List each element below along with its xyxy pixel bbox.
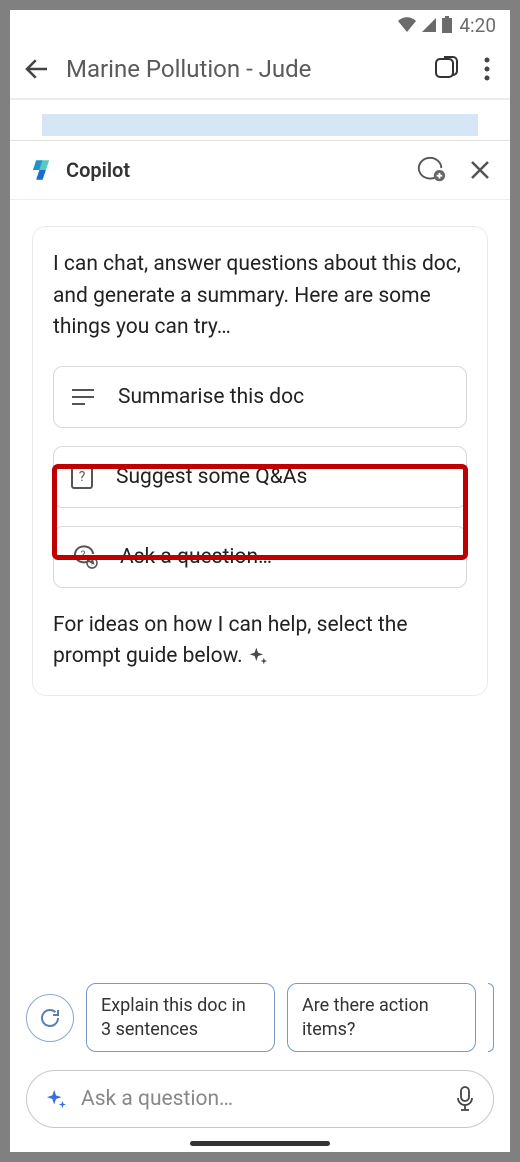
qa-book-icon: ? <box>70 464 94 490</box>
copilot-intro-card: I can chat, answer questions about this … <box>32 226 488 696</box>
sparkle-prompt-icon[interactable] <box>45 1088 67 1110</box>
outro-text: For ideas on how I can help, select the … <box>53 610 467 673</box>
home-indicator <box>190 1141 330 1146</box>
refresh-suggestions-button[interactable] <box>26 994 74 1042</box>
status-time: 4:20 <box>459 14 496 37</box>
option-summarise[interactable]: Summarise this doc <box>53 366 467 428</box>
battery-icon <box>441 16 453 34</box>
chip-action-items[interactable]: Are there action items? <box>287 983 476 1052</box>
copilot-header-button[interactable] <box>432 55 462 83</box>
document-selection <box>42 114 478 136</box>
mic-icon[interactable] <box>455 1086 475 1112</box>
prompt-input[interactable] <box>81 1087 441 1111</box>
status-bar: 4:20 <box>10 10 510 40</box>
svg-text:?: ? <box>79 469 86 485</box>
back-button[interactable] <box>22 54 52 84</box>
chat-plus-icon <box>416 155 446 185</box>
close-button[interactable] <box>458 158 492 182</box>
svg-text:?: ? <box>81 550 86 561</box>
option-suggest-qa[interactable]: ? Suggest some Q&As <box>53 446 467 508</box>
more-vertical-icon <box>484 57 490 81</box>
sparkle-icon <box>248 646 268 666</box>
summarise-icon <box>70 387 96 407</box>
app-header: Marine Pollution - Jude <box>10 40 510 100</box>
wifi-icon <box>397 17 417 33</box>
close-icon <box>468 158 492 182</box>
intro-text: I can chat, answer questions about this … <box>53 249 467 344</box>
chat-question-icon: ?? <box>70 544 98 570</box>
refresh-icon <box>38 1006 62 1030</box>
option-ask-question[interactable]: ?? Ask a question… <box>53 526 467 588</box>
copilot-ribbon-icon <box>432 55 462 83</box>
chip-explain[interactable]: Explain this doc in 3 sentences <box>86 983 275 1052</box>
option-suggest-qa-label: Suggest some Q&As <box>116 465 307 489</box>
chip-overflow[interactable] <box>488 983 494 1052</box>
more-menu-button[interactable] <box>476 57 498 81</box>
prompt-input-bar <box>26 1070 494 1128</box>
option-summarise-label: Summarise this doc <box>118 385 304 409</box>
arrow-left-icon <box>22 54 52 84</box>
cell-icon <box>421 17 437 33</box>
new-chat-button[interactable] <box>416 155 446 185</box>
suggestion-chips: Explain this doc in 3 sentences Are ther… <box>26 983 494 1052</box>
copilot-title: Copilot <box>66 158 404 182</box>
copilot-logo-icon <box>28 157 54 183</box>
document-preview <box>10 100 510 140</box>
option-ask-question-label: Ask a question… <box>120 545 272 569</box>
document-title: Marine Pollution - Jude <box>66 55 418 83</box>
copilot-panel-header: Copilot <box>10 140 510 200</box>
